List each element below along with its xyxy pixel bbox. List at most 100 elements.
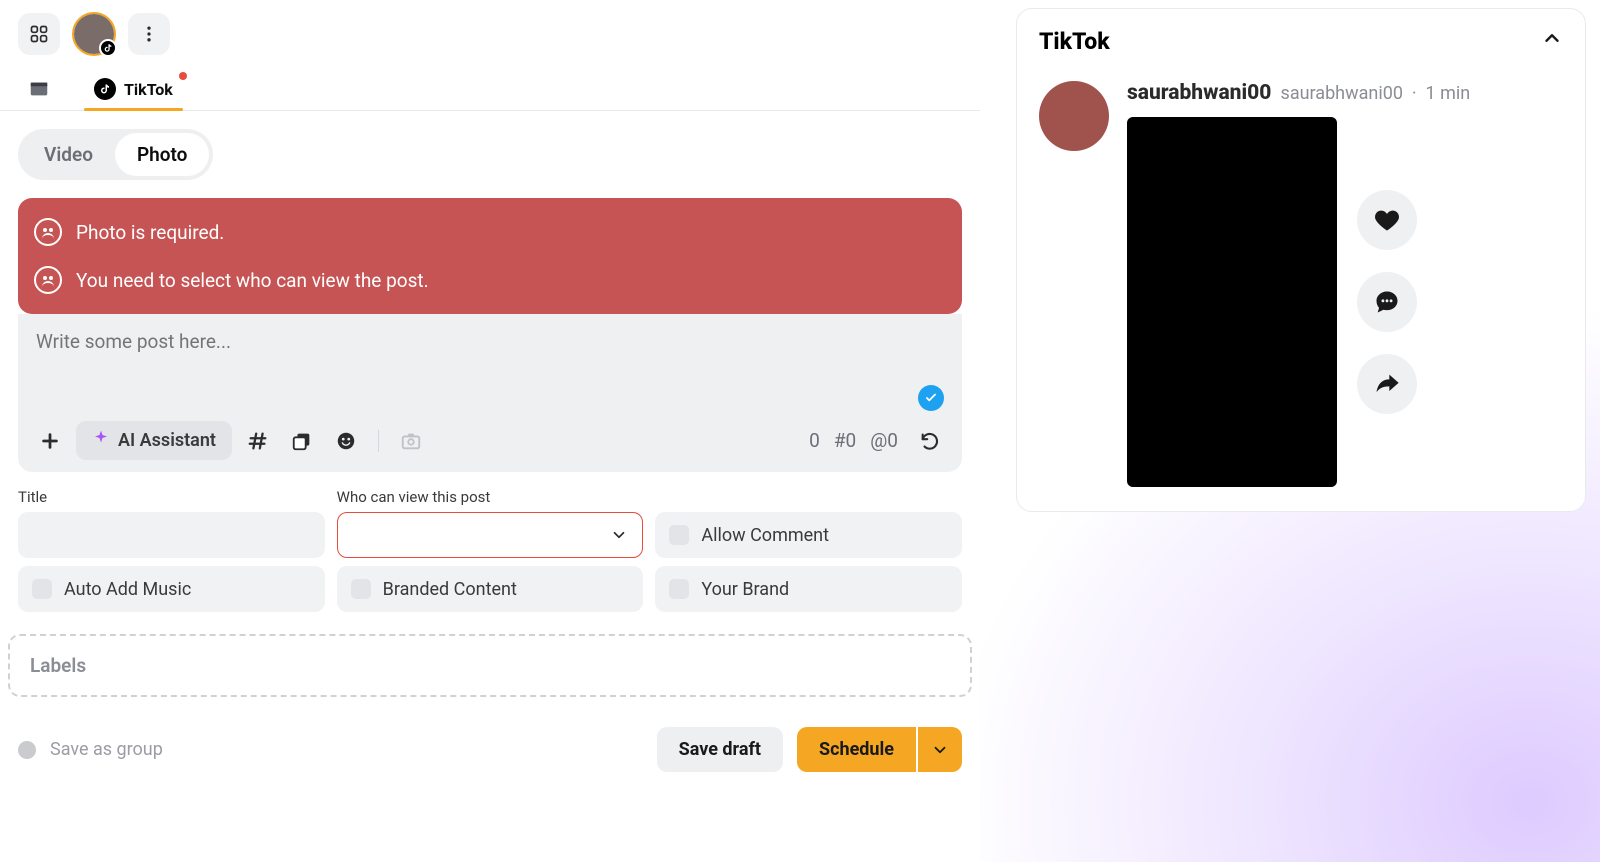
share-icon <box>1373 370 1401 398</box>
privacy-select[interactable] <box>337 512 644 558</box>
allow-comment-label: Allow Comment <box>701 525 829 546</box>
preview-username: saurabhwani00 <box>1127 81 1271 105</box>
preview-avatar <box>1039 81 1109 151</box>
group-color-dot[interactable] <box>18 741 36 759</box>
error-text: You need to select who can view the post… <box>76 269 429 292</box>
preview-handle: saurabhwani00 <box>1281 83 1403 104</box>
collapse-preview-button[interactable] <box>1541 27 1563 55</box>
template-button[interactable] <box>284 423 320 459</box>
like-button[interactable] <box>1357 190 1417 250</box>
comment-button[interactable] <box>1357 272 1417 332</box>
char-count: 0 <box>809 429 820 452</box>
post-textarea[interactable] <box>18 314 962 409</box>
segment-photo[interactable]: Photo <box>115 133 209 176</box>
plus-icon <box>39 430 61 452</box>
checkbox-icon <box>351 579 371 599</box>
chevron-up-icon <box>1541 27 1563 49</box>
checkbox-icon <box>669 579 689 599</box>
comment-icon <box>1373 288 1401 316</box>
tiktok-icon <box>94 78 116 100</box>
mention-count: @0 <box>870 429 898 452</box>
sparkle-icon <box>92 429 110 452</box>
checkbox-icon <box>669 525 689 545</box>
share-button[interactable] <box>1357 354 1417 414</box>
camera-button[interactable] <box>393 423 429 459</box>
tab-error-indicator <box>179 72 187 80</box>
preview-actions <box>1357 190 1417 414</box>
hashtag-count: #0 <box>834 429 856 452</box>
sad-face-icon <box>34 266 62 294</box>
hashtag-icon <box>247 430 269 452</box>
labels-box[interactable]: Labels <box>8 634 972 697</box>
post-settings-row-2: Auto Add Music Branded Content Your Bran… <box>0 566 980 620</box>
preview-panel: TikTok saurabhwani00 saurabhwani00 · 1 m… <box>1016 8 1586 512</box>
save-as-group-input[interactable]: Save as group <box>50 739 643 760</box>
post-composer: AI Assistant 0 #0 @0 <box>18 314 962 472</box>
error-row: Photo is required. <box>18 208 962 256</box>
tab-tiktok-label: TikTok <box>124 80 173 99</box>
camera-icon <box>400 430 422 452</box>
undo-icon <box>919 430 941 452</box>
sad-face-icon <box>34 218 62 246</box>
schedule-split-button: Schedule <box>797 727 962 772</box>
tiktok-badge <box>99 39 117 57</box>
preview-time: 1 min <box>1426 83 1471 104</box>
privacy-field-group: Who can view this post <box>337 488 644 558</box>
tab-tiktok[interactable]: TikTok <box>84 70 183 110</box>
privacy-label: Who can view this post <box>337 488 644 506</box>
accounts-grid-button[interactable] <box>18 13 60 55</box>
error-row: You need to select who can view the post… <box>18 256 962 304</box>
verified-check-icon <box>918 385 944 411</box>
account-avatar[interactable] <box>72 12 116 56</box>
your-brand-label: Your Brand <box>701 579 789 600</box>
separator <box>378 430 379 452</box>
preview-media-row <box>1127 117 1563 487</box>
chevron-down-icon <box>610 526 628 544</box>
tab-original[interactable] <box>18 70 60 110</box>
schedule-button[interactable]: Schedule <box>797 727 916 772</box>
branded-content-label: Branded Content <box>383 579 517 600</box>
save-draft-button[interactable]: Save draft <box>657 727 783 772</box>
ai-assistant-label: AI Assistant <box>118 430 216 451</box>
preview-content: saurabhwani00 saurabhwani00 · 1 min <box>1127 81 1563 487</box>
title-input[interactable] <box>18 512 325 558</box>
branded-content-checkbox[interactable]: Branded Content <box>337 566 644 612</box>
allow-comment-checkbox[interactable]: Allow Comment <box>655 512 962 558</box>
segment-video[interactable]: Video <box>22 133 115 176</box>
footer-bar: Save as group Save draft Schedule <box>0 711 980 788</box>
emoji-icon <box>335 430 357 452</box>
allow-comment-group: Allow Comment <box>655 488 962 558</box>
browser-icon <box>28 78 50 100</box>
preview-meta: saurabhwani00 saurabhwani00 · 1 min <box>1127 81 1563 105</box>
error-banner: Photo is required. You need to select wh… <box>18 198 962 314</box>
preview-header: TikTok <box>1039 27 1563 55</box>
composer-pane: TikTok Video Photo Photo is required. Yo… <box>0 0 980 862</box>
cards-icon <box>291 430 313 452</box>
composer-toolbar: AI Assistant 0 #0 @0 <box>18 413 962 472</box>
more-vertical-icon <box>139 24 159 44</box>
top-bar <box>0 0 980 62</box>
ai-assistant-button[interactable]: AI Assistant <box>76 421 232 460</box>
spacer-label <box>655 488 962 506</box>
preview-title: TikTok <box>1039 28 1110 55</box>
tiktok-icon <box>103 43 113 53</box>
content-type-toggle: Video Photo <box>18 129 213 180</box>
hashtag-button[interactable] <box>240 423 276 459</box>
grid-icon <box>29 24 49 44</box>
error-text: Photo is required. <box>76 221 224 244</box>
platform-tabs: TikTok <box>0 62 980 111</box>
emoji-button[interactable] <box>328 423 364 459</box>
preview-body: saurabhwani00 saurabhwani00 · 1 min <box>1039 81 1563 487</box>
your-brand-checkbox[interactable]: Your Brand <box>655 566 962 612</box>
checkbox-icon <box>32 579 52 599</box>
undo-button[interactable] <box>912 423 948 459</box>
composer-counts: 0 #0 @0 <box>809 423 948 459</box>
add-media-button[interactable] <box>32 423 68 459</box>
more-menu-button[interactable] <box>128 13 170 55</box>
heart-icon <box>1373 206 1401 234</box>
auto-add-music-label: Auto Add Music <box>64 579 191 600</box>
schedule-dropdown-button[interactable] <box>918 727 962 772</box>
auto-add-music-checkbox[interactable]: Auto Add Music <box>18 566 325 612</box>
title-field-group: Title <box>18 488 325 558</box>
preview-media-placeholder <box>1127 117 1337 487</box>
